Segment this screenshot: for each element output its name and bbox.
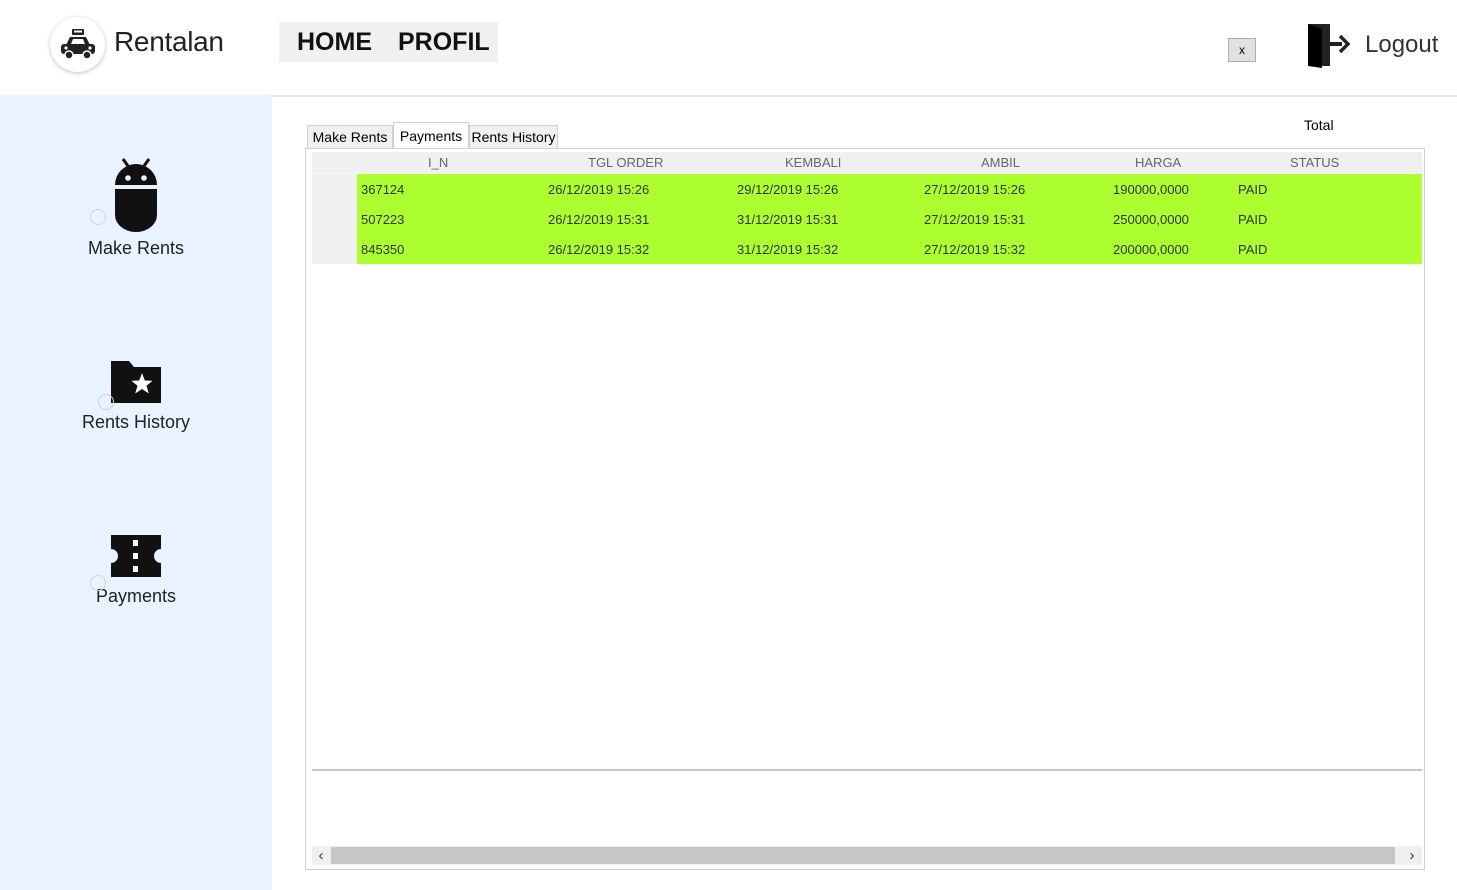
cell-tgl-order: 26/12/2019 15:32	[548, 242, 650, 257]
brand-name: Rentalan	[114, 26, 224, 57]
folder-star-icon	[109, 361, 163, 411]
cell-in: 367124	[361, 182, 405, 197]
column-header[interactable]: HARGA	[1135, 155, 1181, 170]
sidebar-item-make-rents[interactable]: Make Rents	[0, 157, 272, 259]
ticket-icon	[109, 535, 163, 585]
row-header[interactable]	[312, 174, 357, 204]
row-header[interactable]	[312, 204, 357, 234]
check-circle-icon	[90, 209, 106, 225]
cell-in: 507223	[361, 212, 405, 227]
cell-ambil: 27/12/2019 15:32	[924, 242, 1026, 257]
table-row[interactable]: 845350 26/12/2019 15:32 31/12/2019 15:32…	[357, 234, 1422, 264]
nav-home[interactable]: HOME	[297, 28, 372, 57]
column-header[interactable]: I_N	[428, 155, 448, 170]
top-bar: Rentalan HOME PROFIL x Logout	[0, 0, 1457, 95]
sidebar: Make Rents Rents History Payments	[0, 95, 272, 890]
cell-status: PAID	[1238, 242, 1268, 257]
close-button[interactable]: x	[1228, 38, 1256, 62]
cell-status: PAID	[1238, 182, 1268, 197]
scroll-right-button[interactable]: ›	[1403, 846, 1421, 865]
column-header[interactable]: KEMBALI	[785, 155, 841, 170]
sidebar-item-label: Payments	[95, 586, 177, 606]
cell-harga: 190000,0000	[1113, 182, 1189, 197]
cell-in: 845350	[361, 242, 405, 257]
android-icon	[111, 158, 161, 237]
cell-harga: 250000,0000	[1113, 212, 1189, 227]
car-logo-icon	[50, 17, 105, 72]
table-row[interactable]: 507223 26/12/2019 15:31 31/12/2019 15:31…	[357, 204, 1422, 234]
column-header[interactable]: AMBIL	[981, 155, 1020, 170]
scroll-left-button[interactable]: ‹	[312, 846, 330, 865]
column-header[interactable]: TGL ORDER	[588, 155, 663, 170]
total-label: Total	[1304, 117, 1334, 133]
sidebar-item-payments[interactable]: Payments	[0, 531, 272, 607]
logout-link[interactable]: Logout	[1365, 31, 1438, 59]
check-circle-icon	[98, 394, 114, 410]
cell-tgl-order: 26/12/2019 15:26	[548, 182, 650, 197]
tab-rents-history[interactable]: Rents History	[469, 125, 558, 149]
check-circle-icon	[90, 575, 106, 591]
nav-profil[interactable]: PROFIL	[398, 28, 490, 57]
sidebar-item-rents-history[interactable]: Rents History	[0, 357, 272, 433]
cell-kembali: 31/12/2019 15:32	[737, 242, 839, 257]
scroll-thumb[interactable]	[331, 847, 1395, 864]
table-header: I_N TGL ORDER KEMBALI AMBIL HARGA STATUS	[312, 152, 1422, 173]
divider	[312, 769, 1422, 771]
main-nav: HOME PROFIL	[279, 22, 498, 62]
cell-harga: 200000,0000	[1113, 242, 1189, 257]
sidebar-item-label: Make Rents	[87, 238, 185, 258]
tab-payments[interactable]: Payments	[393, 122, 469, 149]
horizontal-scrollbar[interactable]: ‹ ›	[312, 846, 1422, 865]
column-header[interactable]: STATUS	[1290, 155, 1339, 170]
cell-tgl-order: 26/12/2019 15:31	[548, 212, 650, 227]
cell-kembali: 31/12/2019 15:31	[737, 212, 839, 227]
table-row[interactable]: 367124 26/12/2019 15:26 29/12/2019 15:26…	[357, 174, 1422, 204]
cell-status: PAID	[1238, 212, 1268, 227]
cell-ambil: 27/12/2019 15:26	[924, 182, 1026, 197]
row-header[interactable]	[312, 234, 357, 264]
sidebar-item-label: Rents History	[81, 412, 191, 432]
cell-ambil: 27/12/2019 15:31	[924, 212, 1026, 227]
tab-make-rents[interactable]: Make Rents	[307, 125, 393, 149]
logout-icon[interactable]	[1306, 21, 1351, 74]
cell-kembali: 29/12/2019 15:26	[737, 182, 839, 197]
